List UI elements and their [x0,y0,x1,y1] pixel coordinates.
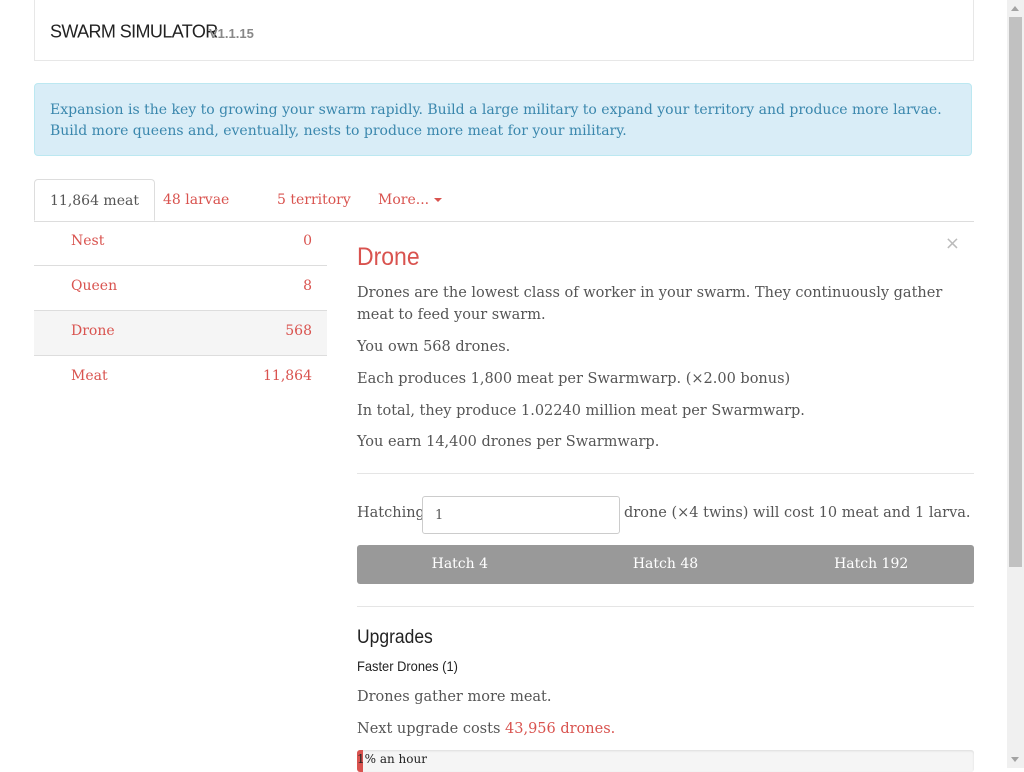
upgrade-progress-bar: 1% an hour [357,750,974,772]
unit-name: Queen [71,278,118,294]
info-alert: Expansion is the key to growing your swa… [34,83,972,156]
unit-production-total: In total, they produce 1.02240 million m… [357,403,805,419]
tab-larvae[interactable]: 48 larvae [163,179,229,221]
hatch-48-button[interactable]: Hatch 48 [563,545,769,584]
version-label: V1.1.15 [209,26,254,41]
scroll-down-icon[interactable] [1011,757,1019,762]
app-title[interactable]: SWARM SIMULATOR [50,20,218,42]
scroll-thumb[interactable] [1009,17,1022,567]
unit-earn-rate: You earn 14,400 drones per Swarmwarp. [357,434,660,450]
unit-owned-text: You own 568 drones. [357,339,511,355]
scrollbar[interactable] [1007,0,1024,768]
upgrades-heading: Upgrades [357,627,433,648]
unit-title: Drone [357,243,420,271]
unit-row-queen[interactable]: Queen 8 [34,266,327,311]
unit-count: 0 [303,233,312,249]
upgrade-cost: Next upgrade costs 43,956 drones. [357,718,615,740]
tab-meat[interactable]: 11,864 meat [34,179,155,221]
unit-row-nest[interactable]: Nest 0 [34,221,327,266]
unit-list: Nest 0 Queen 8 Drone 568 Meat 11,864 [34,221,327,400]
unit-count: 568 [285,323,312,339]
upgrade-description: Drones gather more meat. [357,689,552,705]
divider [357,606,974,607]
caret-down-icon [434,198,443,202]
unit-description: Drones are the lowest class of worker in… [357,285,943,323]
scroll-up-icon[interactable] [1011,6,1019,11]
unit-row-drone[interactable]: Drone 568 [34,311,327,356]
tab-more[interactable]: More... [378,179,443,221]
unit-count: 8 [303,278,312,294]
close-icon[interactable]: × [945,233,960,254]
hatch-form: Hatching drone (×4 twins) will cost 10 m… [357,496,974,536]
hatch-quantity-input[interactable] [422,496,620,534]
progress-text: 1% an hour [357,752,427,766]
hatch-4-button[interactable]: Hatch 4 [357,545,563,584]
unit-name: Nest [71,233,105,249]
hatch-button-group: Hatch 4 Hatch 48 Hatch 192 [357,545,974,584]
unit-production-each: Each produces 1,800 meat per Swarmwarp. … [357,371,791,387]
resource-tabs: 11,864 meat 48 larvae 5 territory More..… [34,179,974,222]
unit-name: Meat [71,368,108,384]
hatch-cost-text: drone (×4 twins) will cost 10 meat and 1… [624,505,971,521]
unit-name: Drone [71,323,115,339]
unit-count: 11,864 [263,368,312,384]
upgrade-cost-link[interactable]: 43,956 drones. [505,721,615,737]
tab-more-label: More... [378,192,430,208]
upgrade-name: Faster Drones (1) [357,658,458,674]
navbar: SWARM SIMULATOR V1.1.15 [34,0,974,61]
unit-row-meat[interactable]: Meat 11,864 [34,356,327,400]
divider [357,473,974,474]
upgrade-cost-label: Next upgrade costs [357,721,501,737]
hatch-label: Hatching [357,505,425,521]
hatch-192-button[interactable]: Hatch 192 [768,545,974,584]
tab-territory[interactable]: 5 territory [277,179,351,221]
